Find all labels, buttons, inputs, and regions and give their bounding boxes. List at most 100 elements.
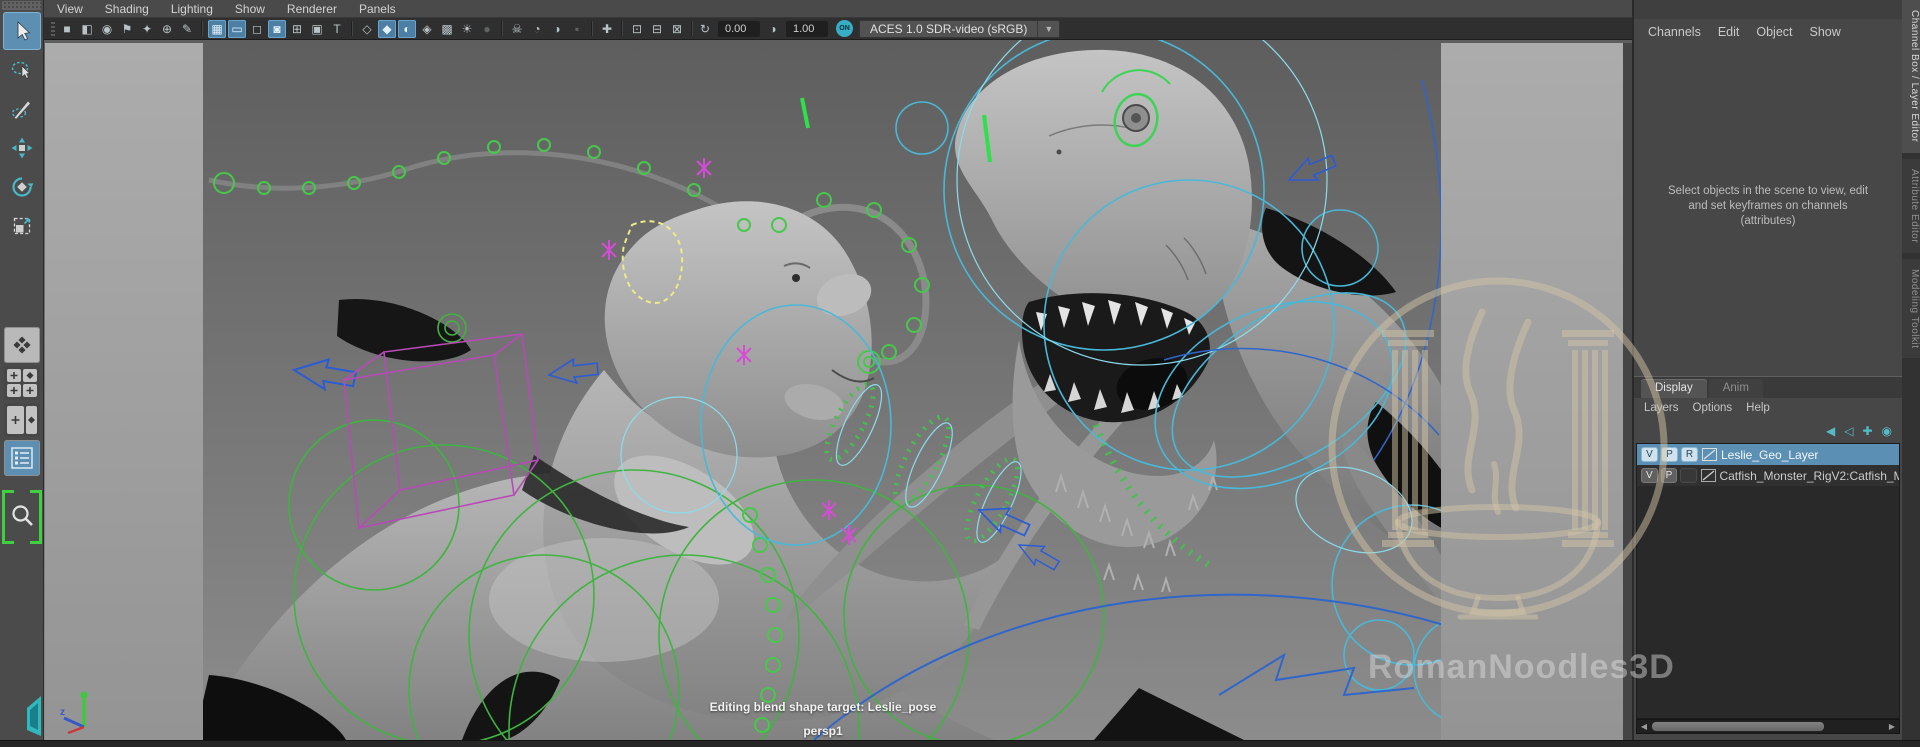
field-chart-icon[interactable]: ⊞ (288, 20, 306, 38)
toolbar-grip[interactable] (51, 21, 55, 36)
multi-pane-icon[interactable]: ⊟ (648, 20, 666, 38)
rotate-tool-button[interactable] (3, 168, 41, 206)
layer-playback-toggle[interactable]: P (1660, 468, 1678, 483)
channel-box-menu-item[interactable]: Show (1810, 25, 1841, 39)
four-view-layout-button[interactable] (3, 366, 40, 400)
viewport-menu-item[interactable]: Panels (359, 2, 396, 16)
layer-row[interactable]: V P Catfish_Monster_RigV2:Catfish_M (1637, 465, 1899, 486)
color-management-toggle[interactable]: ON (836, 20, 853, 37)
contrast-icon[interactable]: ◑ (764, 20, 782, 38)
shadows-icon[interactable]: ● (478, 20, 496, 38)
channel-box-menu-item[interactable]: Edit (1718, 25, 1740, 39)
layer-color-swatch[interactable] (1700, 468, 1717, 483)
select-tool-button[interactable] (2, 12, 41, 50)
grid-icon[interactable]: ▦ (208, 19, 226, 38)
layer-editor-menu-item[interactable]: Layers (1644, 402, 1679, 414)
textured-icon[interactable]: ◐ (398, 19, 416, 38)
layer-display-type-toggle[interactable] (1680, 468, 1697, 483)
two-pane-layout-button[interactable] (3, 403, 40, 437)
viewport-menu-item[interactable]: Lighting (171, 2, 213, 16)
catfish-monster-model[interactable] (194, 150, 999, 740)
scroll-right-arrow-icon[interactable]: ▶ (1885, 720, 1899, 733)
resolution-gate-icon[interactable]: ◻ (248, 20, 266, 38)
move-layer-down-icon[interactable]: ◁ (1844, 424, 1853, 438)
annotate-pencil-icon[interactable]: ✎ (178, 20, 196, 38)
gate-mask-icon[interactable]: ◙ (268, 19, 286, 38)
tab-modeling-toolkit[interactable]: Modeling Toolkit (1902, 258, 1920, 359)
textured-cube-icon[interactable]: ◈ (418, 20, 436, 38)
layer-color-swatch[interactable] (1701, 447, 1718, 462)
separator[interactable] (621, 21, 623, 36)
viewport-menu-item[interactable]: Show (235, 2, 265, 16)
perspective-viewport[interactable]: Editing blend shape target: Leslie_pose … (44, 40, 1632, 740)
lights-icon[interactable]: ☀ (458, 20, 476, 38)
scale-tool-button[interactable] (3, 207, 41, 245)
safe-action-icon[interactable]: ▣ (308, 20, 326, 38)
new-empty-layer-icon[interactable]: ✚ (1862, 424, 1872, 438)
xray-icon[interactable]: ◔ (528, 20, 546, 38)
move-tool-button[interactable] (3, 129, 41, 167)
viewport-menu-item[interactable]: Shading (105, 2, 149, 16)
camera-select-icon[interactable]: ■ (58, 20, 76, 38)
layer-visibility-toggle[interactable]: V (1641, 468, 1658, 483)
channel-box-menu-bar: Channels Edit Object Show (1634, 19, 1902, 45)
viewport-menu-item[interactable]: View (57, 2, 83, 16)
scroll-left-arrow-icon[interactable]: ◀ (1637, 720, 1651, 733)
tab-channel-box-layer-editor[interactable]: Channel Box / Layer Editor (1902, 0, 1920, 153)
separator[interactable] (691, 21, 693, 36)
camera-lock-icon[interactable]: ◧ (78, 20, 96, 38)
use-default-material-icon[interactable]: ▩ (438, 20, 456, 38)
viewport-menu-item[interactable]: Renderer (287, 2, 337, 16)
gamma-value-field[interactable]: 1.00 (786, 20, 828, 37)
separator[interactable] (351, 21, 353, 36)
layer-name[interactable]: Leslie_Geo_Layer (1721, 448, 1818, 462)
layer-name[interactable]: Catfish_Monster_RigV2:Catfish_M (1719, 469, 1899, 483)
layer-editor-menu-item[interactable]: Options (1693, 402, 1733, 414)
layer-list-scrollbar[interactable]: ◀ ▶ (1636, 719, 1900, 734)
colorspace-dropdown[interactable]: ACES 1.0 SDR-video (sRGB) ▼ (859, 19, 1061, 38)
scrollbar-thumb[interactable] (1652, 722, 1824, 731)
layer-editor-menu-item[interactable]: Help (1746, 402, 1770, 414)
exposure-value-field[interactable]: 0.00 (718, 20, 760, 37)
bookmark-icon[interactable]: ⚑ (118, 20, 136, 38)
snapshot-icon[interactable]: ⊡ (628, 20, 646, 38)
channel-box-menu-item[interactable]: Object (1756, 25, 1792, 39)
new-layer-from-selected-icon[interactable]: ◉ (1882, 424, 1892, 438)
tab-anim[interactable]: Anim (1708, 379, 1763, 398)
separator[interactable] (591, 21, 593, 36)
blend-shape-status-message: Editing blend shape target: Leslie_pose (709, 700, 937, 714)
viewport-canvas[interactable] (44, 40, 1632, 740)
single-pane-layout-button[interactable] (3, 327, 40, 363)
paint-select-tool-button[interactable] (3, 90, 41, 128)
safe-title-icon[interactable]: T (328, 20, 346, 38)
select-highlight-icon[interactable]: ✚ (598, 20, 616, 38)
smooth-shade-icon[interactable]: ◆ (378, 19, 396, 38)
toolbox-grip[interactable] (2, 1, 41, 10)
camera-attributes-icon[interactable]: ◉ (98, 20, 116, 38)
view-axis-gizmo[interactable]: z (56, 685, 112, 740)
chevron-down-icon[interactable]: ▼ (1037, 20, 1059, 37)
xray-joints-icon[interactable]: ☠ (508, 20, 526, 38)
tab-attribute-editor[interactable]: Attribute Editor (1902, 158, 1920, 253)
outliner-persp-layout-button[interactable] (3, 440, 40, 476)
toolbox-partial-icon[interactable] (26, 660, 42, 743)
separator[interactable] (501, 21, 503, 36)
layer-playback-toggle[interactable]: P (1661, 447, 1678, 462)
image-plane-icon[interactable]: ✦ (138, 20, 156, 38)
wireframe-icon[interactable]: ◇ (358, 20, 376, 38)
zoom-overlay-tool[interactable] (1, 490, 42, 544)
no-post-effect-icon[interactable]: ⊠ (668, 20, 686, 38)
snap-view-icon[interactable]: ⊕ (158, 20, 176, 38)
tab-display[interactable]: Display (1641, 379, 1707, 398)
lasso-select-tool-button[interactable] (3, 51, 41, 89)
channel-box-menu-item[interactable]: Channels (1648, 25, 1701, 39)
film-gate-icon[interactable]: ▭ (228, 19, 246, 38)
layer-row[interactable]: V P R Leslie_Geo_Layer (1637, 444, 1899, 465)
isolate-select-icon[interactable]: ▪ (568, 20, 586, 38)
layer-visibility-toggle[interactable]: V (1641, 447, 1658, 462)
layer-display-type-toggle[interactable]: R (1681, 447, 1698, 462)
exposure-icon[interactable]: ↻ (696, 20, 714, 38)
move-layer-up-icon[interactable]: ◀ (1826, 424, 1835, 438)
xray-active-icon[interactable]: ◑ (548, 20, 566, 38)
separator[interactable] (201, 21, 203, 36)
